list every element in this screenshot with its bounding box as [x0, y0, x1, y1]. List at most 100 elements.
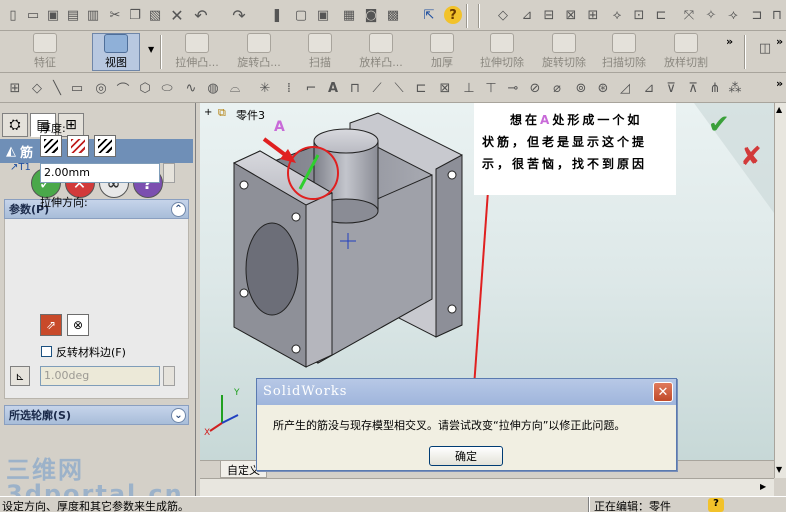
repair-sketch-icon[interactable]: ⁂ [726, 79, 744, 97]
new-file-icon[interactable]: ▯ [4, 6, 22, 24]
linear-pattern-icon[interactable]: ⊿ [640, 79, 658, 97]
rectangle-icon[interactable]: ▭ [68, 79, 86, 97]
loft-button[interactable]: 放样凸... [352, 33, 410, 71]
paste-icon[interactable]: ▧ [146, 6, 164, 24]
corner-ok-icon[interactable]: ✔ [708, 110, 730, 140]
horizontal-scrollbar[interactable]: ▶ [200, 478, 774, 496]
expand-icon[interactable]: ⌄ [171, 408, 186, 423]
polygon-icon[interactable]: ⬡ [136, 79, 154, 97]
display-icon[interactable]: ▩ [384, 6, 402, 24]
status-help-icon[interactable]: ? [708, 498, 724, 512]
smart-dimension-icon[interactable]: ◇ [28, 79, 46, 97]
convert-icon[interactable]: ⊏ [652, 6, 670, 24]
normal-to-sketch-button[interactable]: ⊗ [67, 314, 89, 336]
add-relation-icon[interactable]: ⋔ [706, 79, 724, 97]
corner-cancel-icon[interactable]: ✘ [740, 142, 762, 172]
draft-angle-input[interactable]: 1.00deg [40, 366, 160, 386]
sketch-text-icon[interactable]: A [324, 79, 342, 97]
trim-entities-icon[interactable]: ⊠ [436, 79, 454, 97]
plane-icon[interactable]: ⊓ [346, 79, 364, 97]
split-entities-icon[interactable]: ⊤ [482, 79, 500, 97]
scroll-up-icon[interactable]: ▲ [776, 105, 782, 114]
offset-icon[interactable]: ⊡ [630, 6, 648, 24]
block-icon[interactable]: ⊓ [768, 6, 786, 24]
sweep-button[interactable]: 扫描 [300, 33, 340, 71]
open-file-icon[interactable]: ▭ [24, 6, 42, 24]
construction-icon[interactable]: ⊸ [504, 79, 522, 97]
circle-icon[interactable]: ◎ [92, 79, 110, 97]
flip-material-checkbox[interactable] [41, 346, 52, 357]
redo-icon[interactable]: ↷ [230, 6, 248, 25]
draft-icon[interactable]: ⊾ [10, 366, 30, 386]
features-button[interactable]: 特征 [26, 33, 64, 71]
thickness-first-side-button[interactable] [40, 135, 62, 157]
delete-icon[interactable]: ✕ [168, 6, 186, 25]
camera-icon[interactable]: ◙ [362, 6, 380, 24]
view-cube-icon[interactable]: ◫ [756, 39, 774, 57]
toolbar-overflow-icon[interactable]: » [776, 77, 783, 90]
sketch-tool-icon[interactable]: ◇ [494, 6, 512, 24]
sketch-icon[interactable]: ▣ [314, 6, 332, 24]
mirror-entities-icon[interactable]: ⊘ [526, 79, 544, 97]
cut-icon[interactable]: ✂ [106, 6, 124, 24]
thickness-spinner[interactable] [163, 163, 175, 183]
copy-icon[interactable]: ❐ [126, 6, 144, 24]
view-dropdown-icon[interactable]: ▼ [148, 45, 154, 54]
selected-contours-group-header[interactable]: 所选轮廓(S) ⌄ [4, 405, 189, 425]
grid-icon[interactable]: ⊞ [584, 6, 602, 24]
collapse-icon[interactable]: ⌃ [171, 202, 186, 217]
thickness-both-sides-button[interactable] [67, 135, 89, 157]
rotate-entities-icon[interactable]: ⊚ [572, 79, 590, 97]
mirror-icon[interactable]: ⊟ [540, 6, 558, 24]
revolved-cut-button[interactable]: 旋转切除 [538, 33, 590, 71]
fillet-icon[interactable]: ✧ [702, 6, 720, 24]
rebuild-icon[interactable]: ❚ [268, 6, 286, 24]
layout-icon[interactable]: ⊐ [748, 6, 766, 24]
offset-sketch-icon[interactable]: ⟍ [390, 79, 408, 97]
extend-icon[interactable]: ⤧ [680, 6, 698, 24]
vertical-scrollbar[interactable]: ▲ ▼ [774, 103, 786, 478]
chamfer-sketch-icon[interactable]: ⟋ [368, 79, 386, 97]
text-icon[interactable]: ⁞ [280, 79, 298, 97]
parabola-icon[interactable]: ⌓ [226, 79, 244, 97]
thicken-button[interactable]: 加厚 [424, 33, 460, 71]
thickness-second-side-button[interactable] [94, 135, 116, 157]
line-icon[interactable]: ╲ [48, 79, 66, 97]
relation-icon[interactable]: ⊠ [562, 6, 580, 24]
draft-angle-spinner[interactable] [163, 366, 175, 386]
toolbar-overflow-icon[interactable]: » [726, 35, 733, 48]
dimension-icon[interactable]: ⊿ [518, 6, 536, 24]
extruded-boss-button[interactable]: 拉伸凸... [168, 33, 226, 71]
print-preview-icon[interactable]: ▥ [84, 6, 102, 24]
undo-icon[interactable]: ↶ [192, 6, 210, 25]
swept-cut-button[interactable]: 扫描切除 [598, 33, 650, 71]
options-icon[interactable]: ▦ [340, 6, 358, 24]
revolved-boss-button[interactable]: 旋转凸... [230, 33, 288, 71]
toolbar-overflow-icon[interactable]: » [776, 35, 783, 48]
extruded-cut-button[interactable]: 拉伸切除 [476, 33, 528, 71]
circular-pattern-icon[interactable]: ⊽ [662, 79, 680, 97]
arc-icon[interactable]: ⌒ [114, 79, 132, 98]
parallel-to-sketch-button[interactable]: ⇗ [40, 314, 62, 336]
scale-entities-icon[interactable]: ⊛ [594, 79, 612, 97]
lofted-cut-button[interactable]: 放样切割 [660, 33, 712, 71]
display-delete-icon[interactable]: ⊼ [684, 79, 702, 97]
extend-entities-icon[interactable]: ⊥ [460, 79, 478, 97]
move-entities-icon[interactable]: ⌀ [548, 79, 566, 97]
scroll-down-icon[interactable]: ▼ [776, 465, 782, 474]
help-icon[interactable]: ? [444, 6, 462, 24]
scroll-right-icon[interactable]: ▶ [760, 482, 766, 491]
dialog-ok-button[interactable]: 确定 [429, 446, 503, 466]
convert-entities-icon[interactable]: ⊏ [412, 79, 430, 97]
copy-entities-icon[interactable]: ◿ [616, 79, 634, 97]
spline-icon[interactable]: ∿ [182, 79, 200, 97]
chamfer-icon[interactable]: ⟢ [724, 6, 742, 24]
sketch-grid-icon[interactable]: ⊞ [6, 79, 24, 97]
trim-icon[interactable]: ⟡ [608, 6, 626, 24]
print-icon[interactable]: ▤ [64, 6, 82, 24]
select-icon[interactable]: ▢ [292, 6, 310, 24]
feature-manager-tab[interactable]: ⛭ [2, 113, 28, 137]
dialog-close-button[interactable]: ✕ [653, 382, 673, 402]
parameters-group-header[interactable]: 参数(P) ⌃ [4, 199, 189, 219]
whats-this-icon[interactable]: ⇱ [420, 6, 438, 24]
